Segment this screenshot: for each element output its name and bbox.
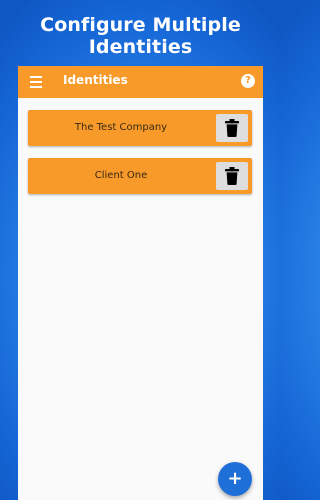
app-toolbar: Identities ? <box>18 66 263 98</box>
app-screen: Identities ? The Test Company Client One… <box>18 66 263 500</box>
page-headline: Configure Multiple Identities <box>40 14 241 58</box>
toolbar-title: Identities <box>63 73 128 87</box>
add-identity-button[interactable]: + <box>218 462 252 496</box>
hamburger-menu-icon[interactable] <box>30 75 42 89</box>
trash-icon <box>225 119 239 137</box>
identity-item[interactable]: The Test Company <box>28 110 252 146</box>
identity-name: The Test Company <box>74 122 168 133</box>
help-icon[interactable]: ? <box>241 74 255 88</box>
identity-name: Client One <box>94 170 148 181</box>
delete-identity-button[interactable] <box>216 162 248 190</box>
identity-item[interactable]: Client One <box>28 158 252 194</box>
trash-icon <box>225 167 239 185</box>
delete-identity-button[interactable] <box>216 114 248 142</box>
